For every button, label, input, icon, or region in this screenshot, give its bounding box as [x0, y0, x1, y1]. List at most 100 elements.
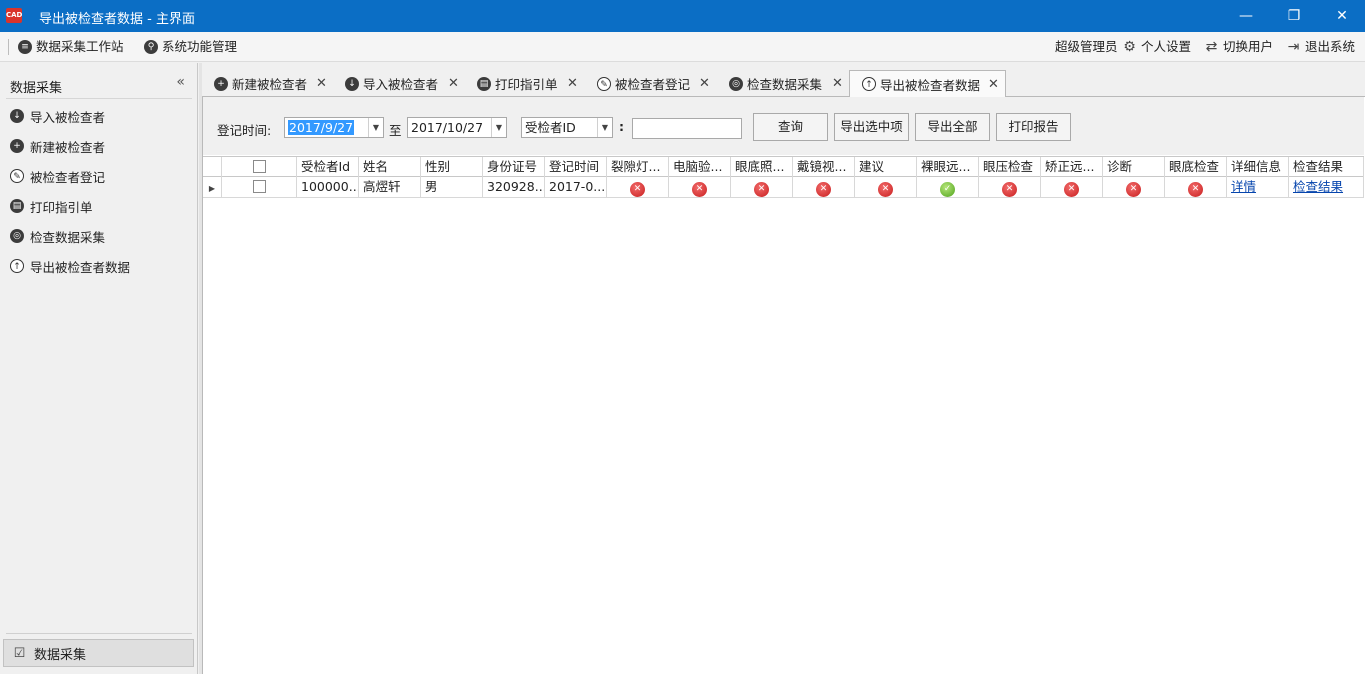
column-header[interactable]: 受检者Id — [297, 157, 359, 177]
download-icon: ↓ — [345, 76, 359, 91]
column-header[interactable]: 诊断 — [1103, 157, 1165, 177]
column-header[interactable]: 裂隙灯... — [607, 157, 669, 177]
column-header[interactable]: 眼压检查 — [979, 157, 1041, 177]
print-report-button[interactable]: 打印报告 — [996, 113, 1071, 141]
top-toolbar: ≡ 数据采集工作站 ⚲ 系统功能管理 超级管理员 ⚙ 个人设置 ⇄ 切换用户 ⇥… — [0, 32, 1365, 62]
date-from-picker[interactable]: 2017/9/27 ▼ — [284, 117, 384, 138]
fail-icon: ✕ — [692, 182, 707, 197]
sidebar-item-import[interactable]: ↓ 导入被检查者 — [10, 104, 105, 128]
upload-icon: ↑ — [862, 77, 876, 91]
search-input[interactable] — [632, 118, 742, 139]
fail-icon: ✕ — [1002, 182, 1017, 197]
printer-icon: ▤ — [10, 199, 24, 213]
status-cell: ✓ — [917, 177, 979, 197]
tab-new-examinee[interactable]: + 新建被检查者 ✕ — [202, 70, 333, 97]
cell-id-card: 320928... — [483, 177, 545, 197]
left-panel: 数据采集 « ↓ 导入被检查者 + 新建被检查者 ✎ 被检查者登记 ▤ 打印指引… — [0, 63, 198, 674]
query-button[interactable]: 查询 — [753, 113, 828, 141]
window-title: 导出被检查者数据 - 主界面 — [39, 12, 195, 27]
pencil-icon: ✎ — [10, 169, 24, 183]
status-cell: ✕ — [1041, 177, 1103, 197]
grid-header: 受检者Id 姓名 性别 身份证号 登记时间 裂隙灯... 电脑验... 眼底照.… — [203, 156, 1364, 177]
column-header[interactable]: 详细信息 — [1227, 157, 1289, 177]
sidebar-item-register[interactable]: ✎ 被检查者登记 — [10, 164, 105, 188]
sidebar-divider — [6, 98, 192, 99]
sidebar-group-data-collection[interactable]: ☑ 数据采集 — [3, 639, 194, 667]
sidebar-item-collect[interactable]: ◎ 检查数据采集 — [10, 224, 105, 248]
row-checkbox[interactable] — [222, 177, 297, 197]
field-select[interactable]: 受检者ID ▼ — [521, 117, 613, 138]
fail-icon: ✕ — [754, 182, 769, 197]
status-cell: ✕ — [669, 177, 731, 197]
plus-icon: + — [10, 139, 24, 153]
database-icon: ≡ — [18, 40, 32, 54]
tab-import-examinee[interactable]: ↓ 导入被检查者 ✕ — [333, 70, 465, 97]
close-icon[interactable]: ✕ — [988, 77, 999, 92]
sidebar-item-print-guide[interactable]: ▤ 打印指引单 — [10, 194, 93, 218]
export-selected-button[interactable]: 导出选中项 — [834, 113, 909, 141]
fail-icon: ✕ — [1188, 182, 1203, 197]
column-header[interactable]: 戴镜视... — [793, 157, 855, 177]
filter-bar: 登记时间: 2017/9/27 ▼ 至 2017/10/27 ▼ 受检者ID ▼… — [203, 97, 1364, 155]
result-link[interactable]: 检查结果 — [1293, 179, 1343, 194]
column-header[interactable]: 矫正远... — [1041, 157, 1103, 177]
export-all-button[interactable]: 导出全部 — [915, 113, 990, 141]
magnifier-icon: ⚲ — [144, 40, 158, 54]
close-icon[interactable]: ✕ — [448, 76, 459, 91]
status-cell: ✕ — [793, 177, 855, 197]
dropdown-arrow-icon[interactable]: ▼ — [368, 118, 383, 137]
toolbar-separator — [8, 39, 9, 55]
column-header[interactable]: 眼底照... — [731, 157, 793, 177]
column-header[interactable]: 建议 — [855, 157, 917, 177]
tab-export[interactable]: ↑ 导出被检查者数据 ✕ — [849, 70, 1006, 98]
eye-icon: ◎ — [10, 229, 24, 243]
switch-user-label: 切换用户 — [1223, 39, 1274, 54]
column-header[interactable]: 裸眼远... — [917, 157, 979, 177]
detail-link[interactable]: 详情 — [1231, 179, 1256, 194]
swap-arrows-icon: ⇄ — [1205, 38, 1218, 55]
sidebar-bottom-divider — [6, 633, 192, 634]
tab-register[interactable]: ✎ 被检查者登记 ✕ — [585, 70, 717, 97]
system-management-menu[interactable]: ⚲ 系统功能管理 — [144, 32, 237, 62]
minimize-button[interactable]: — — [1222, 0, 1270, 32]
column-header[interactable]: 登记时间 — [545, 157, 607, 177]
close-icon[interactable]: ✕ — [832, 76, 843, 91]
dropdown-arrow-icon[interactable]: ▼ — [491, 118, 506, 137]
tab-print-guide[interactable]: ▤ 打印指引单 ✕ — [465, 70, 585, 97]
logout-button[interactable]: ⇥ 退出系统 — [1286, 32, 1355, 62]
close-icon[interactable]: ✕ — [567, 76, 578, 91]
table-row[interactable]: ▶ 100000... 高熤轩 男 320928... 2017-0... ✕ … — [203, 177, 1364, 198]
close-icon[interactable]: ✕ — [699, 76, 710, 91]
sidebar-item-label: 新建被检查者 — [30, 139, 106, 155]
sidebar-item-export[interactable]: ↑ 导出被检查者数据 — [10, 254, 130, 278]
plus-icon: + — [214, 76, 228, 91]
restore-button[interactable]: ❐ — [1270, 0, 1318, 32]
column-header[interactable]: 姓名 — [359, 157, 421, 177]
tab-strip: + 新建被检查者 ✕ ↓ 导入被检查者 ✕ ▤ 打印指引单 ✕ ✎ 被检查者登记… — [202, 63, 1365, 98]
logout-label: 退出系统 — [1305, 39, 1356, 54]
workstation-menu[interactable]: ≡ 数据采集工作站 — [18, 32, 124, 62]
status-cell: ✕ — [1165, 177, 1227, 197]
collapse-icon[interactable]: « — [176, 74, 185, 90]
dropdown-arrow-icon[interactable]: ▼ — [597, 118, 612, 137]
switch-user-button[interactable]: ⇄ 切换用户 — [1204, 32, 1273, 62]
sidebar-item-label: 打印指引单 — [30, 199, 93, 215]
date-to-picker[interactable]: 2017/10/27 ▼ — [407, 117, 507, 138]
logout-icon: ⇥ — [1287, 38, 1300, 55]
sidebar-item-label: 导出被检查者数据 — [30, 259, 131, 275]
tab-collect[interactable]: ◎ 检查数据采集 ✕ — [717, 70, 849, 97]
close-icon[interactable]: ✕ — [316, 76, 327, 91]
sidebar-item-new[interactable]: + 新建被检查者 — [10, 134, 105, 158]
column-header[interactable]: 眼底检查 — [1165, 157, 1227, 177]
column-header[interactable]: 性别 — [421, 157, 483, 177]
personal-settings-button[interactable]: ⚙ 个人设置 — [1122, 32, 1191, 62]
column-header[interactable]: 检查结果 — [1289, 157, 1364, 177]
column-header[interactable]: 电脑验... — [669, 157, 731, 177]
cell-name: 高熤轩 — [359, 177, 421, 197]
select-all-checkbox[interactable] — [222, 157, 297, 177]
column-header[interactable]: 身份证号 — [483, 157, 545, 177]
current-user-label: 超级管理员 — [1055, 39, 1118, 54]
sidebar-group-label: 数据采集 — [34, 647, 87, 663]
date-from-value: 2017/9/27 — [288, 120, 355, 135]
close-button[interactable]: ✕ — [1318, 0, 1365, 32]
